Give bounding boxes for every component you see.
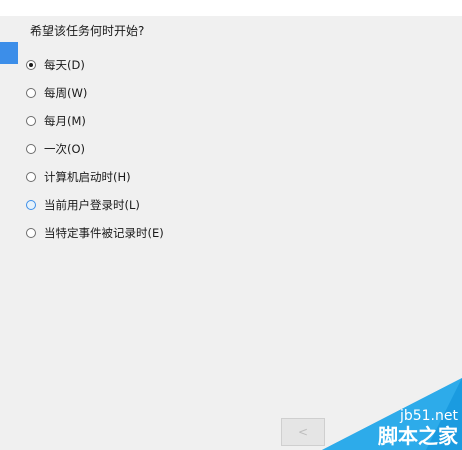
watermark-site: jb51.net	[399, 408, 458, 424]
radio-user-logon[interactable]	[26, 200, 36, 210]
watermark-name: 脚本之家	[378, 424, 458, 448]
option-event-logged-label: 当特定事件被记录时(E)	[44, 226, 164, 240]
option-computer-startup-label: 计算机启动时(H)	[44, 170, 131, 184]
schedule-question: 希望该任务何时开始?	[30, 24, 145, 38]
option-weekly[interactable]: 每周(W)	[26, 79, 164, 107]
option-once[interactable]: 一次(O)	[26, 135, 164, 163]
option-event-logged[interactable]: 当特定事件被记录时(E)	[26, 219, 164, 247]
top-strip	[0, 0, 462, 16]
radio-event-logged[interactable]	[26, 228, 36, 238]
radio-weekly[interactable]	[26, 88, 36, 98]
option-daily[interactable]: 每天(D)	[26, 51, 164, 79]
option-computer-startup[interactable]: 计算机启动时(H)	[26, 163, 164, 191]
radio-computer-startup[interactable]	[26, 172, 36, 182]
option-weekly-label: 每周(W)	[44, 86, 88, 100]
radio-monthly[interactable]	[26, 116, 36, 126]
option-monthly-label: 每月(M)	[44, 114, 86, 128]
radio-daily[interactable]	[26, 60, 36, 70]
schedule-options: 每天(D) 每周(W) 每月(M) 一次(O) 计算机启动时(H) 当前用户登录…	[26, 51, 164, 247]
option-daily-label: 每天(D)	[44, 58, 85, 72]
option-user-logon-label: 当前用户登录时(L)	[44, 198, 140, 212]
radio-once[interactable]	[26, 144, 36, 154]
back-button[interactable]: <	[281, 418, 325, 446]
option-once-label: 一次(O)	[44, 142, 86, 156]
option-monthly[interactable]: 每月(M)	[26, 107, 164, 135]
selected-step-indicator	[0, 42, 18, 64]
option-user-logon[interactable]: 当前用户登录时(L)	[26, 191, 164, 219]
watermark: jb51.net 脚本之家	[322, 378, 462, 450]
